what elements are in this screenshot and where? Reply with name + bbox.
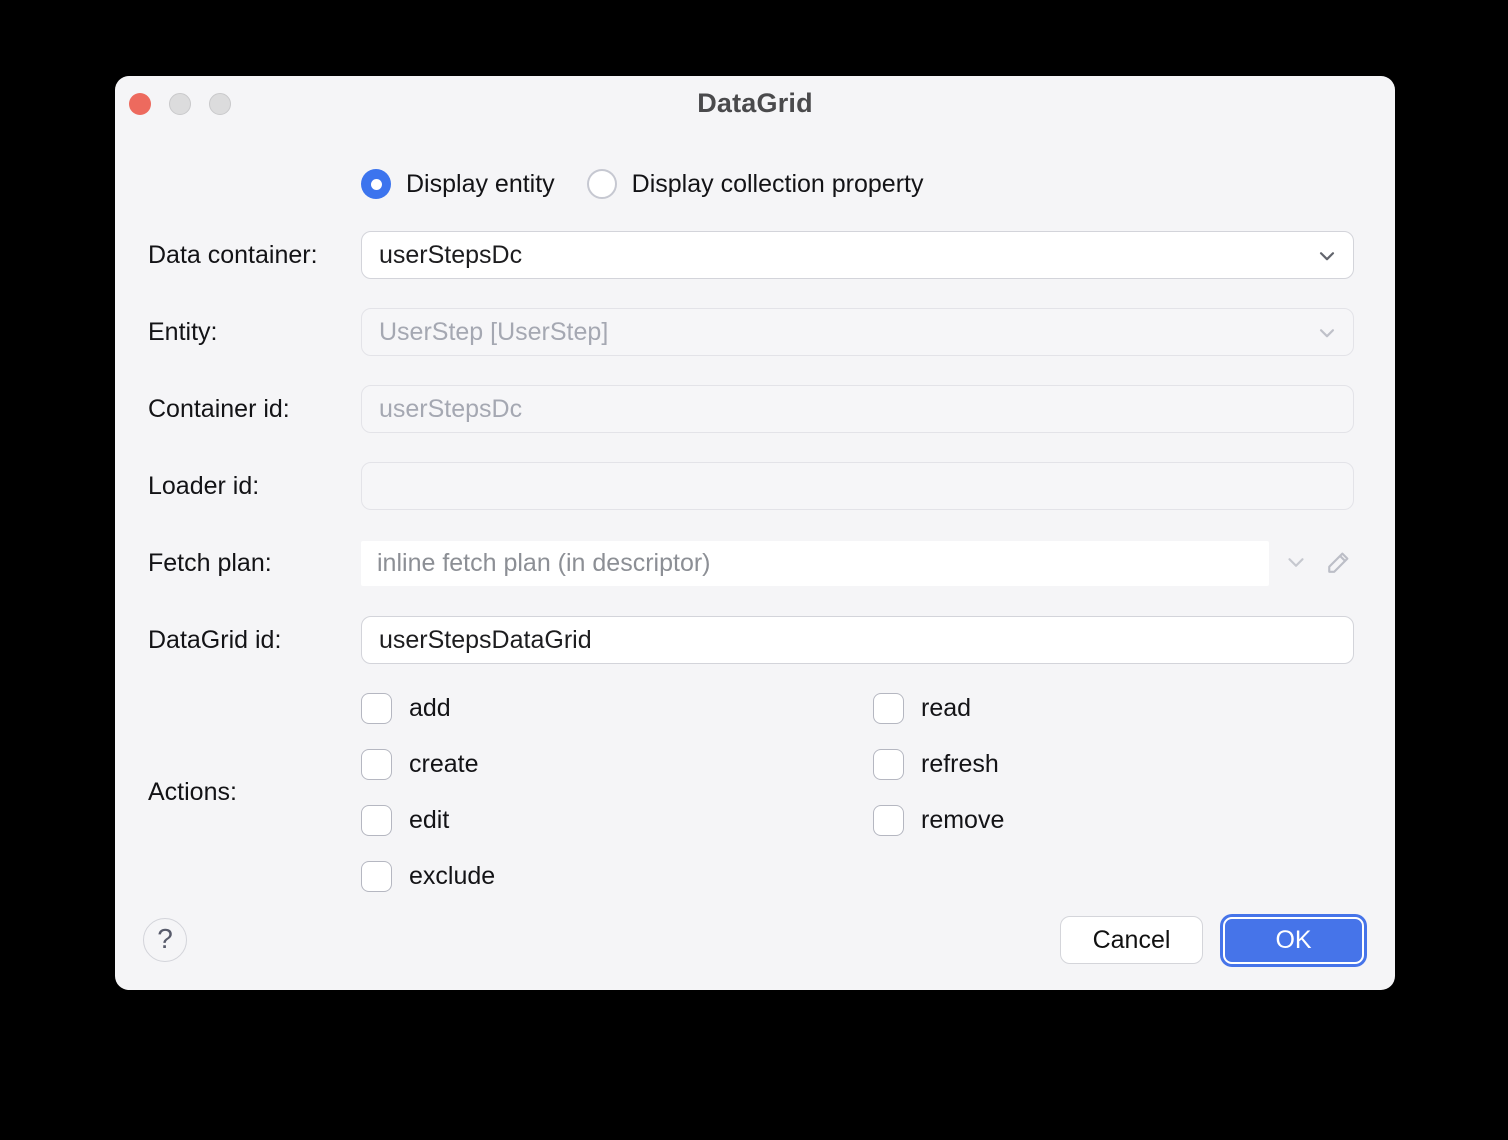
radio-option-display-collection-property[interactable]: Display collection property (586, 169, 924, 199)
titlebar: DataGrid (115, 76, 1395, 130)
data-container-value: userStepsDc (379, 240, 523, 269)
data-container-select[interactable]: userStepsDc (361, 231, 1354, 279)
cancel-button[interactable]: Cancel (1060, 916, 1203, 964)
refresh-checkbox[interactable] (873, 749, 904, 780)
exclude-checkbox[interactable] (361, 861, 392, 892)
fetch-plan-dropdown-button[interactable] (1283, 549, 1309, 578)
actions-checkbox-group: add create edit exclude read refresh rem… (361, 693, 1354, 892)
remove-checkbox-label: remove (921, 806, 1005, 834)
refresh-checkbox-label: refresh (921, 750, 999, 778)
radio-option-display-entity[interactable]: Display entity (361, 169, 555, 199)
container-id-label: Container id: (148, 394, 290, 423)
chevron-down-icon (1316, 322, 1338, 351)
display-entity-label: Display entity (406, 169, 555, 198)
traffic-lights (129, 93, 231, 115)
chevron-down-icon (1316, 245, 1338, 274)
read-checkbox[interactable] (873, 693, 904, 724)
form: Data container: userStepsDc Entity: User… (148, 231, 1354, 892)
chevron-down-icon (1283, 549, 1309, 578)
exclude-checkbox-label: exclude (409, 862, 496, 890)
datagrid-id-input[interactable] (361, 616, 1354, 664)
checkbox-row-create[interactable]: create (361, 749, 873, 780)
display-entity-radio[interactable] (361, 169, 391, 199)
display-mode-radio-group: Display entity Display collection proper… (361, 160, 1354, 208)
zoom-button (209, 93, 231, 115)
close-button[interactable] (129, 93, 151, 115)
display-collection-property-label: Display collection property (631, 169, 924, 198)
pencil-icon (1324, 547, 1354, 580)
minimize-button (169, 93, 191, 115)
add-checkbox-label: add (409, 694, 451, 722)
create-checkbox-label: create (409, 750, 479, 778)
display-collection-property-radio[interactable] (586, 169, 617, 199)
read-checkbox-label: read (921, 694, 972, 722)
entity-value: UserStep [UserStep] (379, 317, 609, 346)
loader-id-label: Loader id: (148, 471, 260, 500)
add-checkbox[interactable] (361, 693, 392, 724)
edit-checkbox-label: edit (409, 806, 450, 834)
actions-right-column: read refresh remove (873, 693, 1354, 836)
fetch-plan-edit-button[interactable] (1324, 547, 1354, 580)
entity-select: UserStep [UserStep] (361, 308, 1354, 356)
loader-id-input[interactable] (361, 462, 1354, 510)
fetch-plan-label: Fetch plan: (148, 548, 272, 577)
footer: ? Cancel OK (143, 916, 1367, 964)
checkbox-row-refresh[interactable]: refresh (873, 749, 1354, 780)
create-checkbox[interactable] (361, 749, 392, 780)
checkbox-row-read[interactable]: read (873, 693, 1354, 724)
edit-checkbox[interactable] (361, 805, 392, 836)
checkbox-row-edit[interactable]: edit (361, 805, 873, 836)
datagrid-id-label: DataGrid id: (148, 625, 282, 654)
remove-checkbox[interactable] (873, 805, 904, 836)
ok-button[interactable]: OK (1223, 916, 1364, 964)
datagrid-dialog: DataGrid Display entity Display collecti… (115, 76, 1395, 990)
checkbox-row-exclude[interactable]: exclude (361, 861, 873, 892)
window-title: DataGrid (697, 87, 813, 118)
actions-left-column: add create edit exclude (361, 693, 873, 892)
help-button[interactable]: ? (143, 918, 187, 962)
data-container-label: Data container: (148, 240, 318, 269)
checkbox-row-remove[interactable]: remove (873, 805, 1354, 836)
fetch-plan-input[interactable] (361, 540, 1269, 586)
entity-label: Entity: (148, 317, 218, 346)
container-id-input (361, 385, 1354, 433)
actions-label: Actions: (148, 778, 237, 806)
checkbox-row-add[interactable]: add (361, 693, 873, 724)
question-mark-icon: ? (157, 922, 173, 954)
